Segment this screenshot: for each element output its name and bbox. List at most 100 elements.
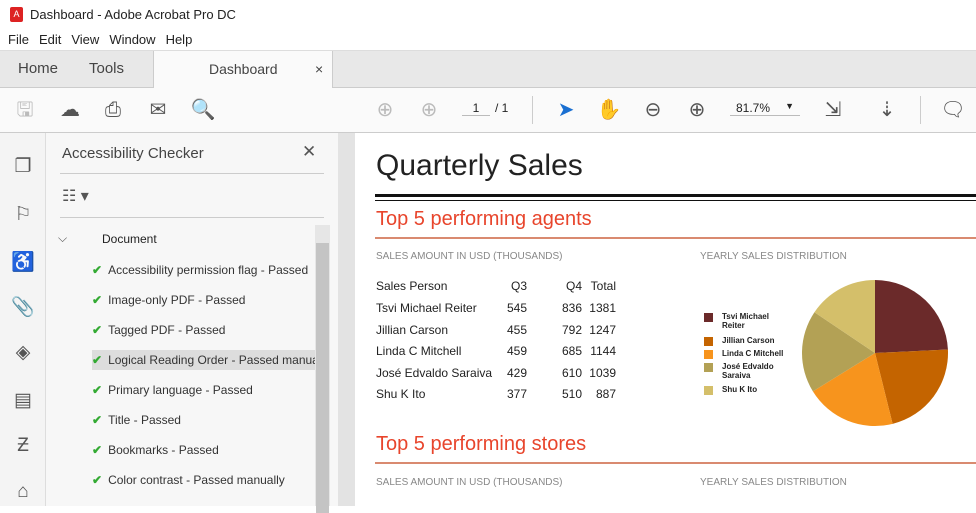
accessibility-icon[interactable]: ♿ [8, 250, 38, 274]
title-bar: A Dashboard - Adobe Acrobat Pro DC [0, 0, 976, 30]
scrollbar[interactable] [315, 225, 330, 513]
check-item[interactable]: ✔ Image-only PDF - Passed [92, 293, 245, 307]
legend-label: Linda C Mitchell [722, 349, 784, 358]
panel-close-icon[interactable]: ✕ [302, 142, 316, 162]
divider [920, 96, 921, 124]
check-item[interactable]: ✔ Bookmarks - Passed [92, 443, 219, 457]
menu-edit[interactable]: Edit [39, 30, 61, 50]
save-icon[interactable]: 🖫 [10, 88, 40, 133]
legend-swatch [704, 363, 713, 372]
menu-view[interactable]: View [71, 30, 99, 50]
select-cursor-icon[interactable]: ➤ [551, 88, 581, 133]
check-item[interactable]: ✔ Color contrast - Passed manually [92, 473, 285, 487]
check-icon: ✔ [92, 353, 103, 367]
legend-label: Tsvi Michael Reiter [722, 312, 769, 330]
table-cell: Sales Person [376, 279, 448, 293]
legend-label: Jillian Carson [722, 336, 775, 345]
table-cell: 429 [506, 365, 527, 380]
table-cell: 510 [561, 387, 582, 401]
check-icon: ✔ [92, 323, 103, 337]
legend-item: Shu K Ito [704, 385, 792, 395]
pie-chart [802, 280, 948, 426]
zoom-select[interactable]: 81.7% ▼ [730, 101, 800, 116]
divider [375, 462, 976, 464]
check-icon: ✔ [92, 473, 103, 487]
comment-icon[interactable]: 🗨 [938, 88, 968, 133]
fit-page-icon[interactable]: ⇲ [818, 88, 848, 133]
search-icon[interactable]: 🔍 [188, 88, 218, 133]
table-cell: Q3 [510, 279, 527, 293]
page-number-input[interactable]: 1 [462, 101, 490, 116]
table-cell: 1144 [590, 344, 616, 358]
acrobat-logo-icon: A [10, 7, 23, 22]
content-icon[interactable]: ▤ [8, 389, 38, 412]
bookmark-icon[interactable]: ⚐ [8, 203, 38, 226]
table-cell: 377 [506, 387, 527, 401]
table-cell: 1039 [589, 365, 616, 380]
check-icon: ✔ [92, 413, 103, 427]
check-icon: ✔ [92, 383, 103, 397]
pages-icon[interactable]: ❐ [8, 155, 38, 178]
check-item-label: Title - Passed [108, 413, 181, 427]
table-cell: 792 [561, 322, 582, 337]
table-cell: 459 [506, 344, 527, 358]
check-icon: ✔ [92, 263, 103, 277]
legend-item: Jillian Carson [704, 336, 792, 346]
tab-tools[interactable]: Tools [89, 51, 124, 89]
zoom-in-icon[interactable]: ⊕ [682, 88, 712, 133]
layers-icon[interactable]: ◈ [8, 341, 38, 364]
table-cell: 836 [561, 301, 582, 315]
cloud-upload-icon[interactable]: ☁ [55, 88, 85, 133]
zoom-out-icon[interactable]: ⊖ [638, 88, 668, 133]
tab-dashboard-label: Dashboard [209, 61, 278, 77]
menu-window[interactable]: Window [109, 30, 155, 50]
email-icon[interactable]: ✉ [143, 88, 173, 133]
attachment-icon[interactable]: 📎 [8, 295, 38, 319]
table-cell: 455 [506, 322, 527, 337]
order-icon[interactable]: Ƶ [8, 435, 38, 457]
table-caption-2: SALES AMOUNT IN USD (THOUSANDS) [376, 477, 563, 488]
document-view: Quarterly Sales Top 5 performing agents … [355, 133, 976, 506]
table-cell: Tsvi Michael Reiter [376, 301, 477, 315]
tags-icon[interactable]: ⌂ [8, 481, 38, 503]
check-item-label: Image-only PDF - Passed [108, 293, 246, 307]
menu-help[interactable]: Help [166, 30, 193, 50]
tab-dashboard[interactable]: Dashboard × [153, 51, 333, 89]
doc-title: Quarterly Sales [376, 149, 583, 182]
check-item[interactable]: ✔ Title - Passed [92, 413, 181, 427]
tab-home[interactable]: Home [18, 51, 58, 89]
check-icon: ✔ [92, 293, 103, 307]
divider [375, 200, 976, 201]
prev-page-icon[interactable]: ⊕ [370, 88, 400, 133]
left-rail: ❐ ⚐ ♿ 📎 ◈ ▤ Ƶ ⌂ [0, 133, 46, 506]
chart-caption-2: YEARLY SALES DISTRIBUTION [700, 477, 847, 488]
print-icon[interactable]: ⎙ [98, 88, 128, 133]
scroll-mode-icon[interactable]: ⇣ [872, 88, 902, 133]
next-page-icon[interactable]: ⊕ [414, 88, 444, 133]
table-caption: SALES AMOUNT IN USD (THOUSANDS) [376, 251, 563, 262]
window-title: Dashboard - Adobe Acrobat Pro DC [30, 7, 236, 22]
legend-swatch [704, 313, 713, 322]
section-document[interactable]: Document [102, 232, 157, 246]
menu-file[interactable]: File [8, 30, 29, 50]
check-item[interactable]: ✔ Logical Reading Order - Passed manua [92, 350, 315, 370]
table-cell: Linda C Mitchell [376, 344, 462, 358]
tab-bar: Home Tools Dashboard × [0, 50, 976, 89]
check-icon: ✔ [92, 443, 103, 457]
legend-item: José Edvaldo Saraiva [704, 362, 792, 380]
stores-heading: Top 5 performing stores [376, 433, 587, 455]
check-item[interactable]: ✔ Accessibility permission flag - Passed [92, 263, 308, 277]
legend-label: Shu K Ito [722, 385, 758, 394]
page-total: / 1 [495, 101, 509, 115]
toolbar: 🖫 ☁ ⎙ ✉ 🔍 ⊕ ⊕ 1 / 1 ➤ ✋ ⊖ ⊕ 81.7% ▼ ⇲ ⇣ 🗨 [0, 88, 976, 133]
options-menu-icon[interactable]: ☷ ▾ [62, 186, 89, 206]
divider [60, 173, 324, 174]
table-cell: 887 [595, 387, 616, 401]
table-cell: Q4 [565, 279, 582, 293]
chevron-down-icon[interactable]: ⌵ [58, 231, 67, 246]
check-item-label: Tagged PDF - Passed [108, 323, 226, 337]
hand-tool-icon[interactable]: ✋ [594, 88, 624, 133]
check-item[interactable]: ✔ Primary language - Passed [92, 383, 253, 397]
check-item[interactable]: ✔ Tagged PDF - Passed [92, 323, 225, 337]
tab-close-icon[interactable]: × [315, 51, 323, 87]
